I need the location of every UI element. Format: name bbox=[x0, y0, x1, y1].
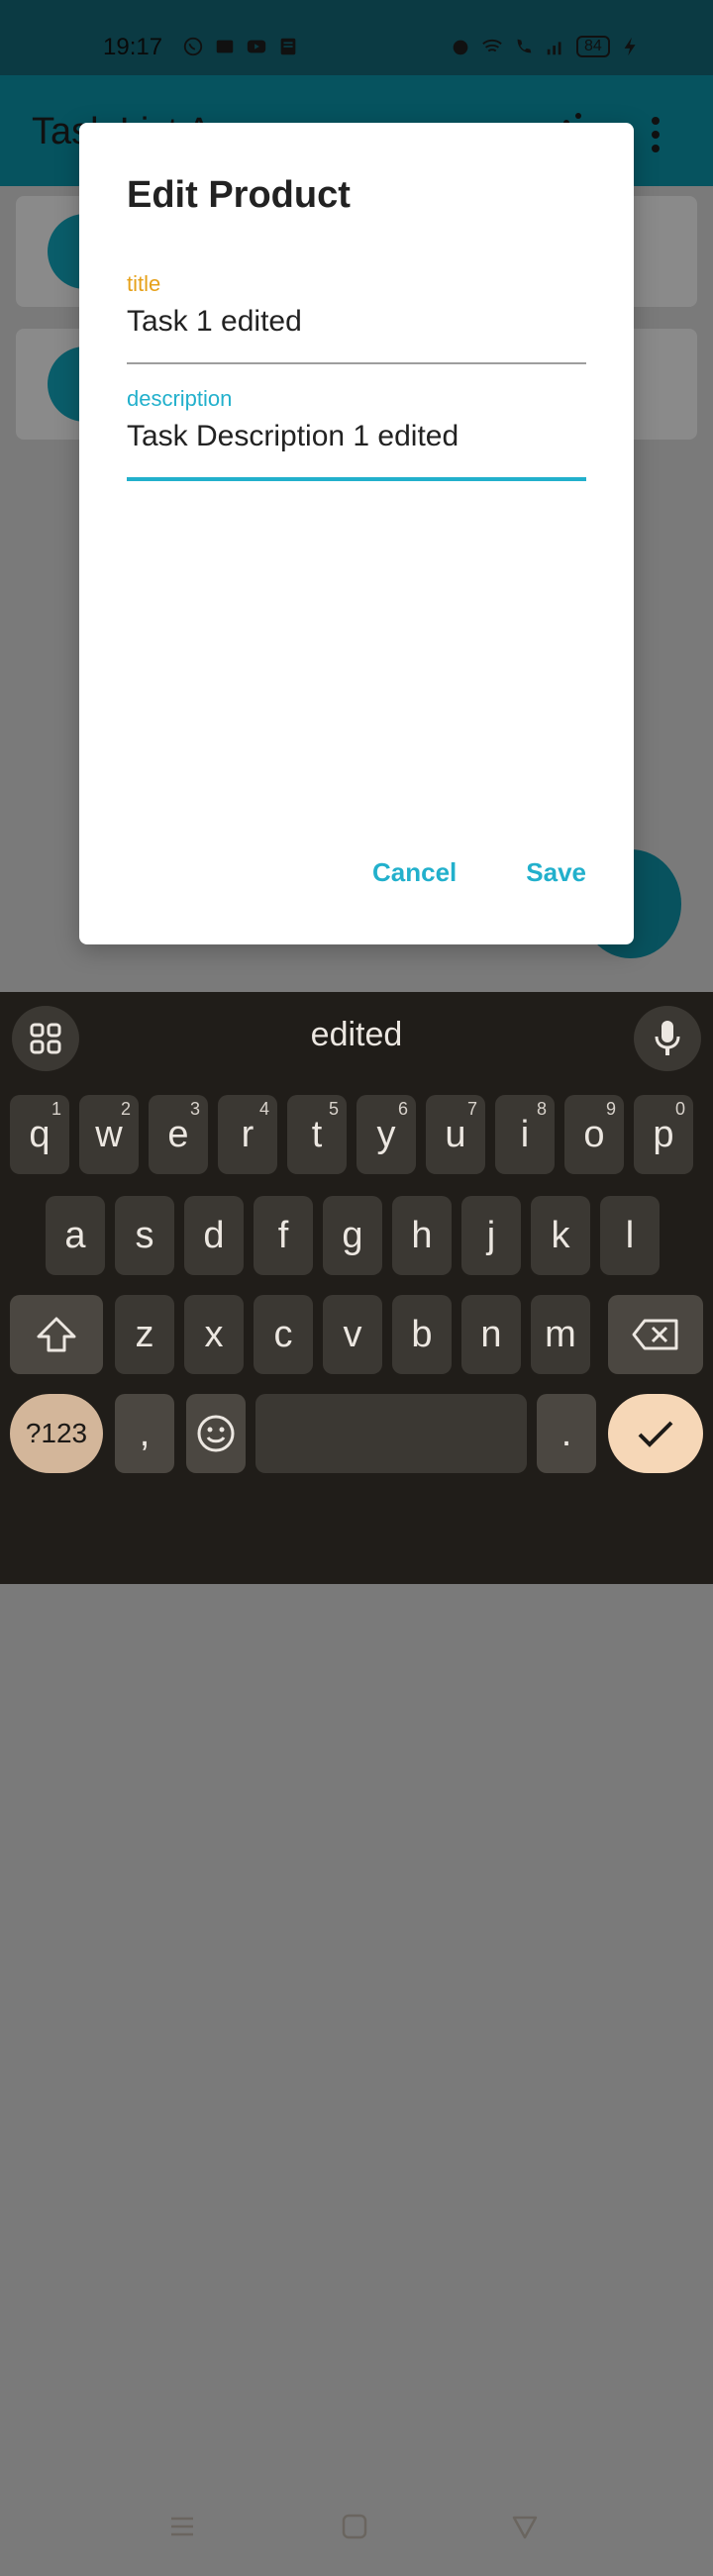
backspace-key[interactable] bbox=[608, 1295, 703, 1374]
key-label: q bbox=[29, 1113, 51, 1155]
system-nav-bar bbox=[0, 2481, 713, 2576]
shift-icon bbox=[37, 1317, 76, 1352]
call-icon bbox=[517, 39, 532, 53]
key-m[interactable]: m bbox=[531, 1295, 590, 1374]
status-time: 19:17 bbox=[103, 34, 163, 60]
key-q[interactable]: q1 bbox=[10, 1095, 69, 1174]
key-r[interactable]: r4 bbox=[218, 1095, 277, 1174]
status-bar: 19:17 84 bbox=[0, 0, 713, 75]
key-hint: 5 bbox=[328, 1099, 339, 1119]
key-label: t bbox=[311, 1113, 323, 1155]
wifi-icon bbox=[482, 39, 502, 52]
status-icons-right: 84 bbox=[450, 36, 642, 57]
enter-key[interactable] bbox=[608, 1394, 703, 1473]
key-label: y bbox=[376, 1113, 396, 1155]
status-icons-left bbox=[182, 36, 299, 57]
key-hint: 3 bbox=[189, 1099, 200, 1119]
key-y[interactable]: y6 bbox=[356, 1095, 416, 1174]
back-icon[interactable] bbox=[511, 2513, 539, 2540]
key-w[interactable]: w2 bbox=[79, 1095, 139, 1174]
key-e[interactable]: e3 bbox=[149, 1095, 208, 1174]
key-hint: 1 bbox=[51, 1099, 61, 1119]
key-hint: 0 bbox=[674, 1099, 685, 1119]
key-x[interactable]: x bbox=[184, 1295, 244, 1374]
voice-input-button[interactable] bbox=[634, 1006, 701, 1071]
key-h[interactable]: h bbox=[392, 1196, 452, 1275]
title-field-label: title bbox=[127, 271, 161, 296]
dialog-title: Edit Product bbox=[127, 174, 351, 216]
whatsapp-icon bbox=[183, 37, 203, 56]
key-u[interactable]: u7 bbox=[426, 1095, 485, 1174]
period-key[interactable]: . bbox=[537, 1394, 596, 1473]
app-icon bbox=[216, 40, 234, 53]
key-label: o bbox=[583, 1113, 605, 1155]
title-input[interactable]: Task 1 edited bbox=[127, 305, 586, 339]
key-label: p bbox=[653, 1113, 674, 1155]
key-hint: 8 bbox=[536, 1099, 547, 1119]
key-p[interactable]: p0 bbox=[634, 1095, 693, 1174]
key-g[interactable]: g bbox=[323, 1196, 382, 1275]
soft-keyboard: edited q1w2e3r4t5y6u7i8o9p0 asdfghjkl zx… bbox=[0, 992, 713, 2539]
charging-icon bbox=[624, 37, 636, 56]
backspace-icon bbox=[632, 1319, 678, 1350]
save-button[interactable]: Save bbox=[526, 857, 586, 888]
key-i[interactable]: i8 bbox=[495, 1095, 555, 1174]
key-t[interactable]: t5 bbox=[287, 1095, 347, 1174]
description-input[interactable]: Task Description 1 edited bbox=[127, 420, 586, 453]
dialog-actions: Cancel Save bbox=[372, 857, 586, 888]
shift-key[interactable] bbox=[10, 1295, 103, 1374]
description-field[interactable]: description Task Description 1 edited bbox=[127, 386, 586, 481]
key-k[interactable]: k bbox=[531, 1196, 590, 1275]
comma-key[interactable]: , bbox=[115, 1394, 174, 1473]
key-z[interactable]: z bbox=[115, 1295, 174, 1374]
youtube-icon bbox=[247, 40, 266, 53]
description-underline bbox=[127, 477, 586, 481]
space-key[interactable] bbox=[255, 1394, 527, 1473]
key-j[interactable]: j bbox=[461, 1196, 521, 1275]
news-icon bbox=[280, 38, 296, 55]
key-hint: 4 bbox=[258, 1099, 269, 1119]
checkmark-icon bbox=[638, 1421, 673, 1447]
key-label: i bbox=[520, 1113, 530, 1155]
key-v[interactable]: v bbox=[323, 1295, 382, 1374]
key-hint: 6 bbox=[397, 1099, 408, 1119]
key-hint: 9 bbox=[605, 1099, 616, 1119]
key-hint: 7 bbox=[466, 1099, 477, 1119]
suggestion-strip: edited bbox=[0, 992, 713, 1077]
description-field-label: description bbox=[127, 386, 233, 411]
title-field[interactable]: title Task 1 edited bbox=[127, 271, 586, 364]
alarm-icon bbox=[453, 40, 468, 55]
recents-menu-icon[interactable] bbox=[168, 2513, 196, 2540]
emoji-key[interactable] bbox=[186, 1394, 246, 1473]
key-d[interactable]: d bbox=[184, 1196, 244, 1275]
key-c[interactable]: c bbox=[254, 1295, 313, 1374]
key-a[interactable]: a bbox=[46, 1196, 105, 1275]
key-label: u bbox=[445, 1113, 466, 1155]
key-n[interactable]: n bbox=[461, 1295, 521, 1374]
more-options-icon[interactable] bbox=[652, 117, 662, 158]
key-f[interactable]: f bbox=[254, 1196, 313, 1275]
key-s[interactable]: s bbox=[115, 1196, 174, 1275]
key-label: e bbox=[167, 1113, 189, 1155]
cancel-button[interactable]: Cancel bbox=[372, 857, 457, 888]
key-label: w bbox=[95, 1113, 123, 1155]
battery-icon: 84 bbox=[576, 36, 610, 57]
microphone-icon bbox=[655, 1021, 680, 1055]
key-b[interactable]: b bbox=[392, 1295, 452, 1374]
edit-product-dialog: Edit Product title Task 1 edited descrip… bbox=[79, 123, 634, 944]
key-o[interactable]: o9 bbox=[564, 1095, 624, 1174]
key-l[interactable]: l bbox=[600, 1196, 660, 1275]
emoji-icon bbox=[197, 1415, 235, 1452]
signal-icon bbox=[547, 42, 561, 55]
key-hint: 2 bbox=[120, 1099, 131, 1119]
title-underline bbox=[127, 362, 586, 364]
home-icon[interactable] bbox=[341, 2513, 368, 2540]
word-suggestion[interactable]: edited bbox=[0, 1016, 713, 1054]
symbols-key[interactable]: ?123 bbox=[10, 1394, 103, 1473]
key-label: r bbox=[241, 1113, 255, 1155]
